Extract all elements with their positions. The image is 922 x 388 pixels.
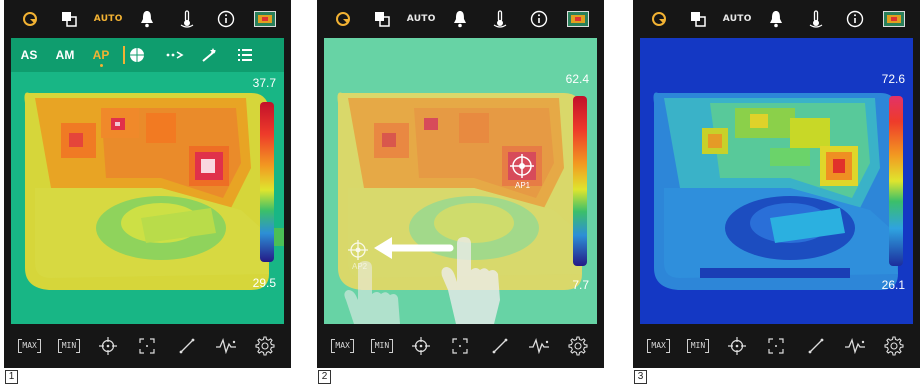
color-scale-bar [260, 102, 274, 262]
scale-max-value: 62.4 [565, 72, 589, 86]
top-toolbar: AUTO [317, 0, 604, 38]
bottom-toolbar: MAX MIN [4, 324, 291, 368]
circle-icon[interactable] [129, 47, 165, 63]
auto-button[interactable]: AUTO [406, 6, 436, 32]
bottom-toolbar: MAX MIN [317, 324, 604, 368]
max-button[interactable]: MAX [329, 332, 357, 360]
min-button[interactable]: MIN [55, 332, 83, 360]
max-button[interactable]: MAX [645, 332, 673, 360]
wand-icon[interactable] [201, 47, 237, 63]
mode-divider [123, 46, 125, 64]
screen-3: AUTO 72.6 26.1 MAX MIN [633, 0, 920, 368]
scale-min-value: 26.1 [881, 278, 905, 292]
alarm-icon[interactable] [132, 6, 162, 32]
thermal-view[interactable]: AP1 AP2 62.4 7.7 [324, 38, 597, 324]
capture-icon[interactable] [15, 6, 45, 32]
scale-max-value: 37.7 [252, 76, 276, 90]
min-button[interactable]: MIN [684, 332, 712, 360]
panel-number-1: 1 [5, 370, 18, 384]
graph-icon[interactable] [525, 332, 553, 360]
window-icon[interactable] [54, 6, 84, 32]
capture-icon[interactable] [328, 6, 358, 32]
info-icon[interactable] [211, 6, 241, 32]
capture-icon[interactable] [644, 6, 674, 32]
settings-icon[interactable] [564, 332, 592, 360]
color-scale-bar [889, 96, 903, 266]
alarm-icon[interactable] [445, 6, 475, 32]
graph-icon[interactable] [841, 332, 869, 360]
region-icon[interactable] [446, 332, 474, 360]
region-icon[interactable] [762, 332, 790, 360]
measure-mode-bar: AS AM AP [11, 38, 284, 72]
region-icon[interactable] [133, 332, 161, 360]
crosshair-icon[interactable] [723, 332, 751, 360]
auto-button[interactable]: AUTO [93, 6, 123, 32]
crosshair-icon[interactable] [94, 332, 122, 360]
bottom-toolbar: MAX MIN [633, 324, 920, 368]
window-icon[interactable] [683, 6, 713, 32]
info-icon[interactable] [840, 6, 870, 32]
mode-as-button[interactable]: AS [11, 48, 47, 62]
screen-2: AUTO AP1 AP2 62.4 7.7 MAX MIN [317, 0, 604, 368]
info-icon[interactable] [524, 6, 554, 32]
palette-icon[interactable] [879, 6, 909, 32]
mode-ap-button[interactable]: AP [83, 48, 119, 67]
ap1-label: AP1 [515, 181, 531, 190]
screen-1: AUTO AS AM AP 37.7 29.5 MAX MIN [4, 0, 291, 368]
more-icon[interactable] [165, 50, 201, 60]
scale-min-value: 29.5 [252, 276, 276, 290]
settings-icon[interactable] [880, 332, 908, 360]
crosshair-icon[interactable] [407, 332, 435, 360]
line-icon[interactable] [802, 332, 830, 360]
auto-button[interactable]: AUTO [722, 6, 752, 32]
palette-icon[interactable] [563, 6, 593, 32]
top-toolbar: AUTO [4, 0, 291, 38]
panel-number-2: 2 [318, 370, 331, 384]
panel-number-3: 3 [634, 370, 647, 384]
color-scale-bar [573, 96, 587, 266]
window-icon[interactable] [367, 6, 397, 32]
graph-icon[interactable] [212, 332, 240, 360]
thermometer-icon[interactable] [172, 6, 202, 32]
palette-icon[interactable] [250, 6, 280, 32]
line-icon[interactable] [486, 332, 514, 360]
thermometer-icon[interactable] [485, 6, 515, 32]
scale-max-value: 72.6 [881, 72, 905, 86]
top-toolbar: AUTO [633, 0, 920, 38]
ap2-label: AP2 [352, 262, 368, 271]
max-button[interactable]: MAX [16, 332, 44, 360]
min-button[interactable]: MIN [368, 332, 396, 360]
mode-am-button[interactable]: AM [47, 48, 83, 62]
scale-min-value: 7.7 [572, 278, 589, 292]
thermometer-icon[interactable] [801, 6, 831, 32]
alarm-icon[interactable] [761, 6, 791, 32]
thermal-view[interactable]: 72.6 26.1 [640, 38, 913, 324]
settings-icon[interactable] [251, 332, 279, 360]
line-icon[interactable] [173, 332, 201, 360]
list-icon[interactable] [237, 48, 273, 62]
thermal-view[interactable]: AS AM AP 37.7 29.5 [11, 38, 284, 324]
